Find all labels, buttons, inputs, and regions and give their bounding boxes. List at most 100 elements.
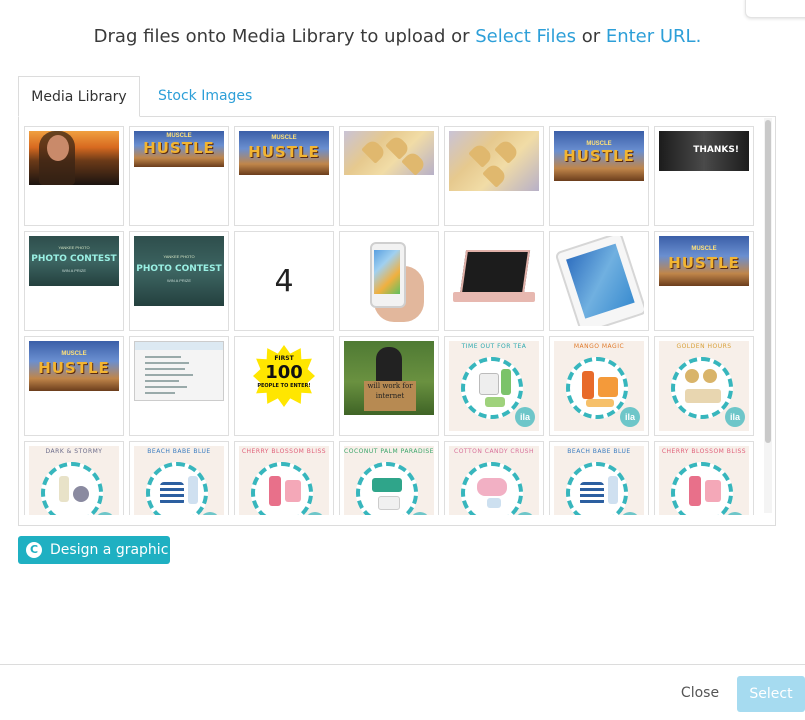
collage-title: CHERRY BLOSSOM BLISS [661, 448, 747, 455]
ila-logo-text: ila [725, 407, 745, 427]
ila-logo-text: ila [200, 512, 220, 515]
portrait-image [29, 131, 119, 185]
ila-logo-text: ila [515, 512, 535, 515]
hustle-logo-text: HUSTLE [668, 254, 740, 272]
ila-product-collage: MANGO MAGIC ila [554, 341, 644, 431]
ila-logo-text: ila [620, 407, 640, 427]
ila-logo-text: ila [305, 512, 325, 515]
ila-product-collage: CHERRY BLOSSOM BLISS ila [239, 446, 329, 515]
media-item[interactable]: COCONUT PALM PARADISE ila [339, 441, 439, 515]
ila-logo-text: ila [95, 512, 115, 515]
photo-contest-banner: YANKEE PHOTO PHOTO CONTEST WIN A PRIZE [29, 236, 119, 286]
muscle-hustle-banner: MUSCLE HUSTLE [554, 131, 644, 181]
muscle-hustle-banner: MUSCLE HUSTLE [29, 341, 119, 391]
media-item[interactable] [24, 126, 124, 226]
media-item[interactable] [549, 231, 649, 331]
tablet-image [554, 236, 644, 326]
upload-instructions-or: or [575, 26, 606, 47]
ila-product-collage: CHERRY BLOSSOM BLISS ila [659, 446, 749, 515]
ila-logo-text: ila [515, 407, 535, 427]
design-graphic-button[interactable]: C Design a graphic [18, 536, 170, 564]
collage-title: BEACH BABE BLUE [567, 448, 631, 455]
number-text: 4 [274, 263, 294, 299]
badge-number-text: 100 [265, 362, 303, 383]
close-button[interactable]: Close [670, 680, 730, 706]
collage-title: DARK & STORMY [45, 448, 103, 455]
upload-instructions: Drag files onto Media Library to upload … [0, 26, 795, 47]
muscle-hustle-banner: MUSCLE HUSTLE [659, 236, 749, 286]
hustle-sub-text: MUSCLE [691, 246, 717, 252]
smartphone-image [344, 236, 434, 326]
cardboard-sign-photo: will work for internet [344, 341, 434, 415]
media-item[interactable]: BEACH BABE BLUE ila [129, 441, 229, 515]
hustle-logo-text: HUSTLE [248, 143, 320, 161]
select-files-link[interactable]: Select Files [475, 26, 576, 47]
media-item[interactable] [129, 336, 229, 436]
media-item[interactable]: TIME OUT FOR TEA ila [444, 336, 544, 436]
select-button[interactable]: Select [737, 676, 805, 712]
media-item[interactable]: CHERRY BLOSSOM BLISS ila [654, 441, 754, 515]
media-item[interactable]: COTTON CANDY CRUSH ila [444, 441, 544, 515]
design-graphic-label: Design a graphic [50, 542, 169, 558]
media-item[interactable]: BEACH BABE BLUE ila [549, 441, 649, 515]
media-item[interactable] [444, 231, 544, 331]
ila-product-collage: DARK & STORMY ila [29, 446, 119, 515]
media-item[interactable]: YANKEE PHOTO PHOTO CONTEST WIN A PRIZE [24, 231, 124, 331]
media-item[interactable]: MANGO MAGIC ila [549, 336, 649, 436]
collage-title: TIME OUT FOR TEA [461, 343, 527, 350]
sign-text: will work for internet [364, 381, 416, 411]
first-100-badge: FIRST 100 PEOPLE TO ENTER! [239, 341, 329, 431]
scrollbar-thumb[interactable] [765, 120, 771, 443]
media-item[interactable]: 4 [234, 231, 334, 331]
media-item[interactable]: DARK & STORMY ila [24, 441, 124, 515]
media-item[interactable]: MUSCLE HUSTLE [129, 126, 229, 226]
heart-cookies-image [344, 131, 434, 175]
collage-title: BEACH BABE BLUE [147, 448, 211, 455]
tab-media-library[interactable]: Media Library [18, 76, 140, 117]
menu-screenshot [134, 341, 224, 401]
hustle-sub-text: MUSCLE [61, 351, 87, 357]
ila-product-collage: BEACH BABE BLUE ila [554, 446, 644, 515]
media-item[interactable]: YANKEE PHOTO PHOTO CONTEST WIN A PRIZE [129, 231, 229, 331]
canva-icon: C [26, 542, 42, 558]
thanks-text: THANKS! [693, 145, 739, 155]
media-item[interactable]: MUSCLE HUSTLE [654, 231, 754, 331]
media-item[interactable]: will work for internet [339, 336, 439, 436]
media-item[interactable]: MUSCLE HUSTLE [234, 126, 334, 226]
number-image: 4 [239, 236, 329, 326]
hustle-logo-text: HUSTLE [38, 359, 110, 377]
media-library-panel: MUSCLE HUSTLE MUSCLE HUSTLE MUSCLE HUSTL… [18, 116, 776, 526]
media-grid-scrollbar[interactable] [764, 118, 772, 513]
photo-contest-caption: WIN A PRIZE [166, 278, 191, 283]
muscle-hustle-banner: MUSCLE HUSTLE [134, 131, 224, 167]
media-item[interactable]: MUSCLE HUSTLE [24, 336, 124, 436]
tab-stock-images[interactable]: Stock Images [158, 76, 252, 115]
media-item[interactable] [339, 231, 439, 331]
media-item[interactable] [339, 126, 439, 226]
media-item[interactable]: GOLDEN HOURS ila [654, 336, 754, 436]
enter-url-link[interactable]: Enter URL. [606, 26, 701, 47]
media-item[interactable]: FIRST 100 PEOPLE TO ENTER! [234, 336, 334, 436]
ila-product-collage: COCONUT PALM PARADISE ila [344, 446, 434, 515]
laptop-image [449, 236, 539, 326]
collage-title: MANGO MAGIC [573, 343, 625, 350]
photo-contest-subtitle: YANKEE PHOTO [163, 254, 195, 259]
heart-cookies-image [449, 131, 539, 191]
media-item[interactable] [444, 126, 544, 226]
media-item[interactable]: THANKS! [654, 126, 754, 226]
upload-instructions-text: Drag files onto Media Library to upload … [93, 26, 476, 47]
hustle-logo-text: HUSTLE [143, 139, 215, 157]
muscle-hustle-banner: MUSCLE HUSTLE [239, 131, 329, 175]
hustle-logo-text: HUSTLE [563, 147, 635, 165]
media-grid: MUSCLE HUSTLE MUSCLE HUSTLE MUSCLE HUSTL… [24, 126, 759, 515]
ila-product-collage: TIME OUT FOR TEA ila [449, 341, 539, 431]
media-item[interactable]: MUSCLE HUSTLE [549, 126, 649, 226]
corner-popover [745, 0, 805, 18]
collage-title: CHERRY BLOSSOM BLISS [241, 448, 327, 455]
media-item[interactable]: CHERRY BLOSSOM BLISS ila [234, 441, 334, 515]
footer-divider [0, 664, 805, 665]
photo-contest-subtitle: YANKEE PHOTO [58, 245, 90, 250]
photo-contest-banner: YANKEE PHOTO PHOTO CONTEST WIN A PRIZE [134, 236, 224, 306]
collage-title: COCONUT PALM PARADISE [344, 448, 434, 455]
photo-contest-caption: WIN A PRIZE [61, 268, 86, 273]
